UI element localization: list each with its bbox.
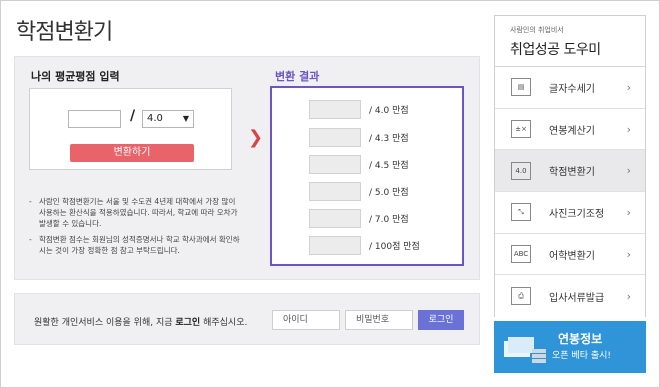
page-title: 학점변환기	[16, 20, 113, 45]
chevron-right-icon: ›	[626, 205, 631, 219]
login-message-bold: 로그인	[175, 318, 201, 328]
sidebar-item-label: 연봉계산기	[549, 125, 595, 137]
scale-select[interactable]: 4.0 ▼	[142, 110, 194, 128]
note-item: - 사람인 학점변환기는 서울 및 수도권 4년제 대학에서 가장 많이 사용하는…	[29, 196, 244, 229]
sidebar-item-photo-resize[interactable]: ⤡ 사진크기조정 ›	[495, 192, 645, 234]
money-stack-icon	[504, 337, 546, 363]
sidebar-subtitle: 사람인의 취업비서	[510, 26, 564, 34]
photo-resize-icon: ⤡	[511, 203, 531, 222]
salary-calculator-icon: ±×	[511, 120, 531, 139]
result-scale-label: / 7.0 만점	[369, 215, 409, 225]
arrow-right-icon: ❯	[248, 127, 264, 148]
result-scale-label: / 5.0 만점	[369, 188, 409, 198]
result-value-box	[309, 209, 361, 228]
result-section-label: 변환 결과	[275, 70, 320, 83]
result-row: / 4.0 만점	[309, 100, 409, 119]
sidebar-header: 사람인의 취업비서 취업성공 도우미	[495, 16, 645, 67]
dropdown-caret-icon: ▼	[182, 114, 189, 123]
sidebar: 사람인의 취업비서 취업성공 도우미 ▤ 글자수세기 › ±× 연봉계산기 › …	[494, 15, 646, 318]
sidebar-item-label: 입사서류발급	[549, 292, 605, 304]
sidebar-item-document-print[interactable]: ⎙ 입사서류발급 ›	[495, 275, 645, 318]
sidebar-item-language-converter[interactable]: ABC 어학변환기 ›	[495, 233, 645, 276]
login-button[interactable]: 로그인	[418, 310, 464, 330]
chevron-right-icon: ›	[626, 122, 631, 136]
login-bar: 원활한 개인서비스 이용을 위해, 지금 로그인 해주십시오. 아이디 비밀번호…	[14, 293, 480, 345]
gpa-input[interactable]	[68, 110, 121, 128]
notes: - 사람인 학점변환기는 서울 및 수도권 4년제 대학에서 가장 많이 사용하는…	[29, 196, 244, 256]
convert-button[interactable]: 변환하기	[70, 144, 194, 162]
login-message: 원활한 개인서비스 이용을 위해, 지금 로그인 해주십시오.	[34, 315, 247, 328]
sidebar-title: 취업성공 도우미	[510, 42, 601, 58]
sidebar-item-label: 학점변환기	[549, 167, 595, 179]
result-scale-label: / 4.0 만점	[369, 106, 409, 116]
input-section-label: 나의 평균평점 입력	[31, 70, 120, 83]
slash-separator: /	[130, 108, 136, 124]
sidebar-item-label: 어학변환기	[549, 250, 595, 262]
note-text: 사람인 학점변환기는 서울 및 수도권 4년제 대학에서 가장 많이 사용하는 …	[39, 197, 238, 228]
sidebar-item-grade-converter[interactable]: 4.0 학점변환기 ›	[495, 150, 645, 193]
login-message-pre: 원활한 개인서비스 이용을 위해, 지금	[34, 318, 176, 328]
language-converter-icon: ABC	[511, 245, 531, 264]
chevron-right-icon: ›	[626, 164, 631, 178]
scale-selected-value: 4.0	[147, 113, 163, 124]
result-panel: / 4.0 만점 / 4.3 만점 / 4.5 만점 / 5.0 만점 / 7.…	[270, 86, 464, 266]
banner-subtitle: 오픈 베타 출시!	[552, 351, 612, 361]
chevron-right-icon: ›	[626, 247, 631, 261]
sidebar-item-label: 사진크기조정	[549, 208, 605, 220]
id-input[interactable]: 아이디	[272, 310, 340, 330]
character-count-icon: ▤	[511, 78, 531, 97]
result-value-box	[309, 236, 361, 255]
salary-info-banner[interactable]: 연봉정보 오픈 베타 출시!	[494, 321, 646, 373]
document-print-icon: ⎙	[511, 287, 531, 306]
banner-title: 연봉정보	[558, 332, 603, 346]
converter-panel: 나의 평균평점 입력 / 4.0 ▼ 변환하기 - 사람인 학점변환기는 서울 및…	[14, 56, 480, 280]
sidebar-item-salary-calculator[interactable]: ±× 연봉계산기 ›	[495, 108, 645, 151]
sidebar-item-character-count[interactable]: ▤ 글자수세기 ›	[495, 67, 645, 109]
sidebar-item-label: 글자수세기	[549, 83, 595, 95]
note-text: 학점변환 점수는 회원님의 성적증명서나 학교 학사과에서 확인하시는 것이 가…	[39, 235, 240, 255]
note-item: - 학점변환 점수는 회원님의 성적증명서나 학교 학사과에서 확인하시는 것이 …	[29, 234, 244, 256]
chevron-right-icon: ›	[626, 80, 631, 94]
result-row: / 100점 만점	[309, 236, 420, 255]
password-input[interactable]: 비밀번호	[345, 310, 413, 330]
result-value-box	[309, 100, 361, 119]
result-value-box	[309, 155, 361, 174]
result-row: / 7.0 만점	[309, 209, 409, 228]
result-value-box	[309, 128, 361, 147]
result-value-box	[309, 182, 361, 201]
result-row: / 4.3 만점	[309, 128, 409, 147]
login-message-post: 해주십시오.	[200, 318, 248, 328]
result-scale-label: / 4.3 만점	[369, 134, 409, 144]
result-scale-label: / 4.5 만점	[369, 161, 409, 171]
chevron-right-icon: ›	[626, 289, 631, 303]
result-scale-label: / 100점 만점	[369, 242, 420, 252]
grade-converter-icon: 4.0	[511, 161, 531, 180]
result-row: / 5.0 만점	[309, 182, 409, 201]
result-row: / 4.5 만점	[309, 155, 409, 174]
gpa-input-panel: / 4.0 ▼ 변환하기	[29, 88, 232, 170]
